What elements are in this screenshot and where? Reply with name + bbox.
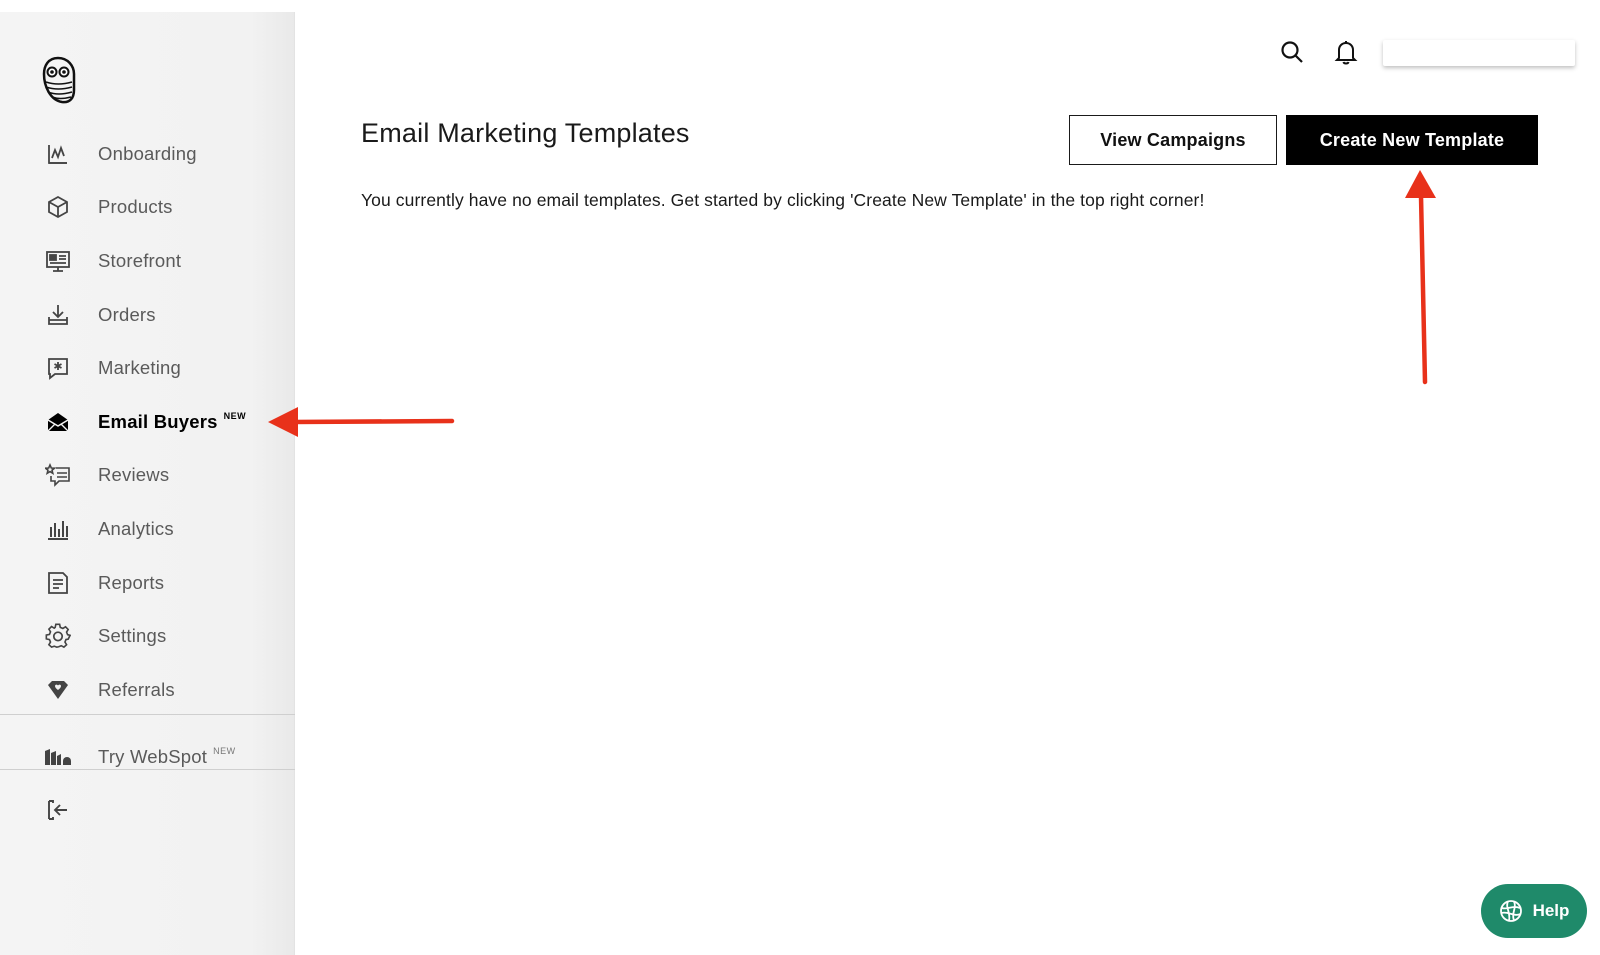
help-button[interactable]: Help — [1481, 884, 1587, 938]
sidebar-item-try-webspot[interactable]: Try WebSpot NEW — [0, 730, 295, 784]
globe-icon — [1499, 899, 1523, 923]
sidebar-item-marketing[interactable]: Marketing — [0, 341, 295, 395]
app-root: Onboarding Products Storefront Orders Ma… — [0, 0, 1600, 955]
sidebar-item-label: Onboarding — [98, 142, 197, 164]
sidebar-item-referrals[interactable]: Referrals — [0, 663, 295, 717]
annotation-arrow-left — [268, 407, 455, 437]
sidebar-item-label: Reviews — [98, 464, 170, 486]
logout-icon — [46, 798, 70, 822]
sidebar-item-label: Referrals — [98, 678, 175, 700]
owl-logo-icon[interactable] — [40, 56, 76, 104]
sidebar-item-label: Analytics — [98, 517, 174, 539]
sidebar-item-label: Settings — [98, 625, 167, 647]
sidebar-item-label: Orders — [98, 303, 156, 325]
notifications-button[interactable] — [1332, 38, 1360, 66]
sidebar-item-settings[interactable]: Settings — [0, 609, 295, 663]
sidebar-item-reports[interactable]: Reports — [0, 556, 295, 610]
sidebar-item-label: Products — [98, 196, 173, 218]
document-icon — [44, 569, 72, 597]
bell-icon — [1334, 39, 1358, 65]
sidebar-nav: Onboarding Products Storefront Orders Ma… — [0, 127, 295, 717]
sidebar-item-analytics[interactable]: Analytics — [0, 502, 295, 556]
star-message-icon — [44, 354, 72, 382]
sidebar-item-label: Reports — [98, 571, 165, 593]
sidebar-item-orders[interactable]: Orders — [0, 288, 295, 342]
sidebar-item-email-buyers[interactable]: Email Buyers NEW — [0, 395, 295, 449]
annotation-arrow-up — [1405, 170, 1436, 385]
sidebar-item-label: Email Buyers — [98, 410, 218, 432]
help-label: Help — [1532, 901, 1570, 920]
page-title: Email Marketing Templates — [361, 118, 690, 148]
envelope-icon — [44, 408, 72, 436]
box-icon — [44, 193, 72, 221]
sidebar-divider — [0, 769, 295, 770]
sidebar-item-onboarding[interactable]: Onboarding — [0, 127, 295, 181]
create-new-template-button[interactable]: Create New Template — [1286, 115, 1538, 165]
star-list-icon — [44, 461, 72, 489]
sidebar: Onboarding Products Storefront Orders Ma… — [0, 12, 295, 955]
user-menu[interactable] — [1383, 40, 1575, 66]
sidebar-item-label: Marketing — [98, 357, 182, 379]
sidebar-divider — [0, 714, 295, 715]
gear-icon — [44, 622, 72, 650]
empty-state-message: You currently have no email templates. G… — [361, 190, 1205, 210]
monitor-icon — [44, 247, 72, 275]
download-tray-icon — [44, 301, 72, 329]
sidebar-item-storefront[interactable]: Storefront — [0, 234, 295, 288]
sidebar-item-label: Try WebSpot — [98, 745, 208, 767]
sidebar-item-reviews[interactable]: Reviews — [0, 449, 295, 503]
bar-chart-icon — [44, 515, 72, 543]
sidebar-item-products[interactable]: Products — [0, 181, 295, 235]
search-icon — [1280, 40, 1304, 64]
search-button[interactable] — [1278, 38, 1306, 66]
view-campaigns-button[interactable]: View Campaigns — [1069, 115, 1277, 165]
heart-tag-icon — [44, 676, 72, 704]
new-badge: NEW — [213, 745, 236, 756]
pulse-chart-icon — [44, 140, 72, 168]
new-badge: NEW — [223, 410, 247, 421]
logout-button[interactable] — [44, 796, 72, 824]
buildings-icon — [44, 743, 72, 771]
sidebar-item-label: Storefront — [98, 249, 182, 271]
